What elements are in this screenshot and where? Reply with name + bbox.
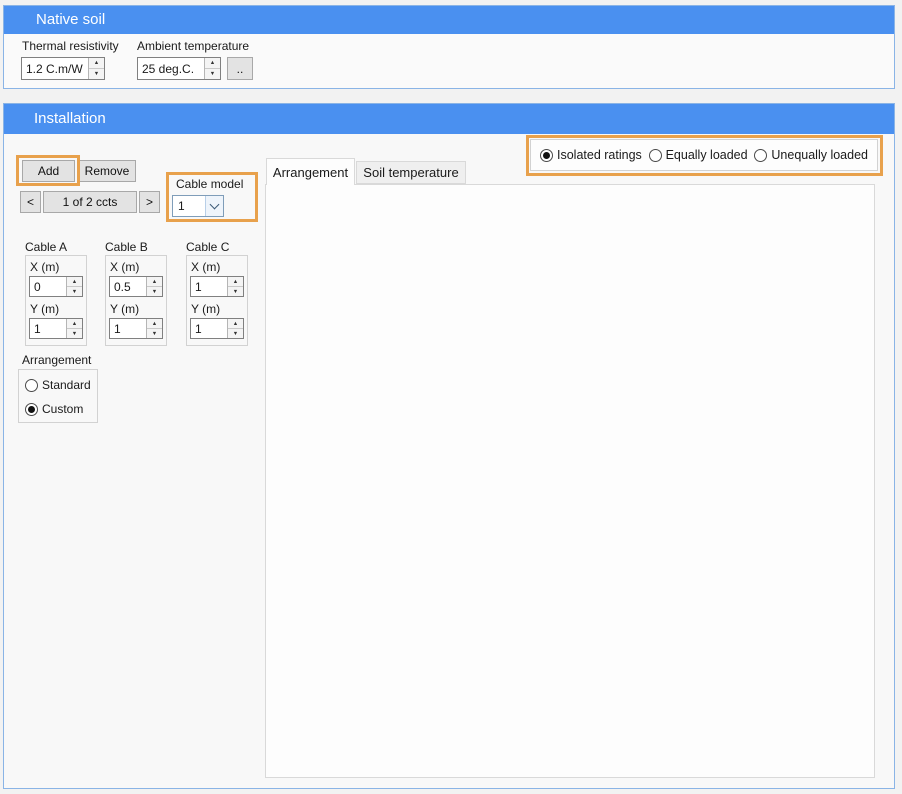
cable-model-dropdown[interactable]: 1 [172,195,224,217]
cable-c-x-spinbox[interactable]: 1 ▲▼ [190,276,244,297]
spin-up-icon[interactable]: ▲ [147,277,162,287]
spin-down-icon[interactable]: ▼ [147,329,162,338]
spinner-buttons: ▲▼ [66,319,82,338]
arrangement-custom-radio[interactable]: Custom [25,402,91,416]
loading-modes-group: Isolated ratings Equally loaded Unequall… [530,139,878,171]
unequally-loaded-radio[interactable]: Unequally loaded [754,148,868,162]
spin-up-icon[interactable]: ▲ [205,58,220,69]
arrangement-groupbox: Standard Custom [18,369,98,423]
installation-header: Installation [4,104,894,134]
circuit-counter[interactable]: 1 of 2 ccts [43,191,137,213]
cable-b-y-value[interactable]: 1 [110,319,146,338]
spin-down-icon[interactable]: ▼ [89,69,104,79]
prev-circuit-button[interactable]: < [20,191,41,213]
remove-button[interactable]: Remove [78,160,136,182]
arrangement-tab-page [265,184,875,778]
cable-a-box: X (m) 0 ▲▼ Y (m) 1 ▲▼ [25,255,87,346]
cable-a-x-label: X (m) [30,260,83,274]
spin-down-icon[interactable]: ▼ [228,287,243,296]
ambient-temperature-browse-button[interactable]: .. [227,57,253,80]
cable-a-x-value[interactable]: 0 [30,277,66,296]
cable-b-box: X (m) 0.5 ▲▼ Y (m) 1 ▲▼ [105,255,167,346]
unequally-loaded-label: Unequally loaded [771,148,868,162]
spin-down-icon[interactable]: ▼ [147,287,162,296]
tab-arrangement[interactable]: Arrangement [266,158,355,185]
cable-c-x-value[interactable]: 1 [191,277,227,296]
cable-c-y-label: Y (m) [191,302,244,316]
spin-up-icon[interactable]: ▲ [89,58,104,69]
ambient-temperature-spinbox[interactable]: 25 deg.C. ▲▼ [137,57,221,80]
spin-down-icon[interactable]: ▼ [205,69,220,79]
spin-up-icon[interactable]: ▲ [228,319,243,329]
cable-c-y-value[interactable]: 1 [191,319,227,338]
installation-title: Installation [4,110,106,127]
cable-a-y-label: Y (m) [30,302,83,316]
spin-up-icon[interactable]: ▲ [228,277,243,287]
standard-radio-label: Standard [42,378,91,392]
cable-b-x-label: X (m) [110,260,163,274]
radio-icon[interactable] [649,149,662,162]
cable-c-x-label: X (m) [191,260,244,274]
spinner-buttons: ▲▼ [88,58,104,79]
cable-b-y-label: Y (m) [110,302,163,316]
cable-c-y-spinbox[interactable]: 1 ▲▼ [190,318,244,339]
chevron-down-icon[interactable] [205,196,223,216]
equally-loaded-radio[interactable]: Equally loaded [649,148,748,162]
cable-b-column: Cable B X (m) 0.5 ▲▼ Y (m) 1 ▲▼ [105,240,167,346]
radio-icon[interactable] [754,149,767,162]
next-circuit-button[interactable]: > [139,191,160,213]
native-soil-title: Native soil [4,11,105,28]
radio-icon[interactable] [25,379,38,392]
cable-a-column: Cable A X (m) 0 ▲▼ Y (m) 1 ▲▼ [25,240,87,346]
cable-c-name: Cable C [186,240,248,254]
ambient-temperature-label: Ambient temperature [137,39,249,53]
cable-model-label: Cable model [176,177,243,191]
spinner-buttons: ▲▼ [204,58,220,79]
cable-b-x-spinbox[interactable]: 0.5 ▲▼ [109,276,163,297]
equally-loaded-label: Equally loaded [666,148,748,162]
cable-b-x-value[interactable]: 0.5 [110,277,146,296]
ambient-temperature-value[interactable]: 25 deg.C. [138,58,204,79]
cable-a-y-value[interactable]: 1 [30,319,66,338]
cable-b-name: Cable B [105,240,167,254]
thermal-resistivity-label: Thermal resistivity [22,39,119,53]
custom-radio-label: Custom [42,402,83,416]
spinner-buttons: ▲▼ [66,277,82,296]
spin-down-icon[interactable]: ▼ [67,287,82,296]
radio-selected-icon[interactable] [540,149,553,162]
spinner-buttons: ▲▼ [146,277,162,296]
radio-selected-icon[interactable] [25,403,38,416]
thermal-resistivity-spinbox[interactable]: 1.2 C.m/W ▲▼ [21,57,105,80]
arrangement-standard-radio[interactable]: Standard [25,378,91,392]
thermal-resistivity-value[interactable]: 1.2 C.m/W [22,58,88,79]
native-soil-header: Native soil [4,6,894,34]
cable-b-y-spinbox[interactable]: 1 ▲▼ [109,318,163,339]
tab-soil-temperature[interactable]: Soil temperature [356,161,466,184]
cable-model-value: 1 [173,196,205,216]
arrangement-label: Arrangement [22,353,91,367]
isolated-ratings-label: Isolated ratings [557,148,642,162]
spin-up-icon[interactable]: ▲ [67,319,82,329]
isolated-ratings-radio[interactable]: Isolated ratings [540,148,642,162]
spin-up-icon[interactable]: ▲ [147,319,162,329]
app-window: Native soil Thermal resistivity 1.2 C.m/… [0,0,902,794]
spin-down-icon[interactable]: ▼ [228,329,243,338]
spinner-buttons: ▲▼ [227,319,243,338]
cable-c-box: X (m) 1 ▲▼ Y (m) 1 ▲▼ [186,255,248,346]
add-button[interactable]: Add [22,160,75,182]
spin-up-icon[interactable]: ▲ [67,277,82,287]
spinner-buttons: ▲▼ [146,319,162,338]
cable-a-x-spinbox[interactable]: 0 ▲▼ [29,276,83,297]
cable-a-y-spinbox[interactable]: 1 ▲▼ [29,318,83,339]
cable-a-name: Cable A [25,240,87,254]
spinner-buttons: ▲▼ [227,277,243,296]
spin-down-icon[interactable]: ▼ [67,329,82,338]
cable-c-column: Cable C X (m) 1 ▲▼ Y (m) 1 ▲▼ [186,240,248,346]
